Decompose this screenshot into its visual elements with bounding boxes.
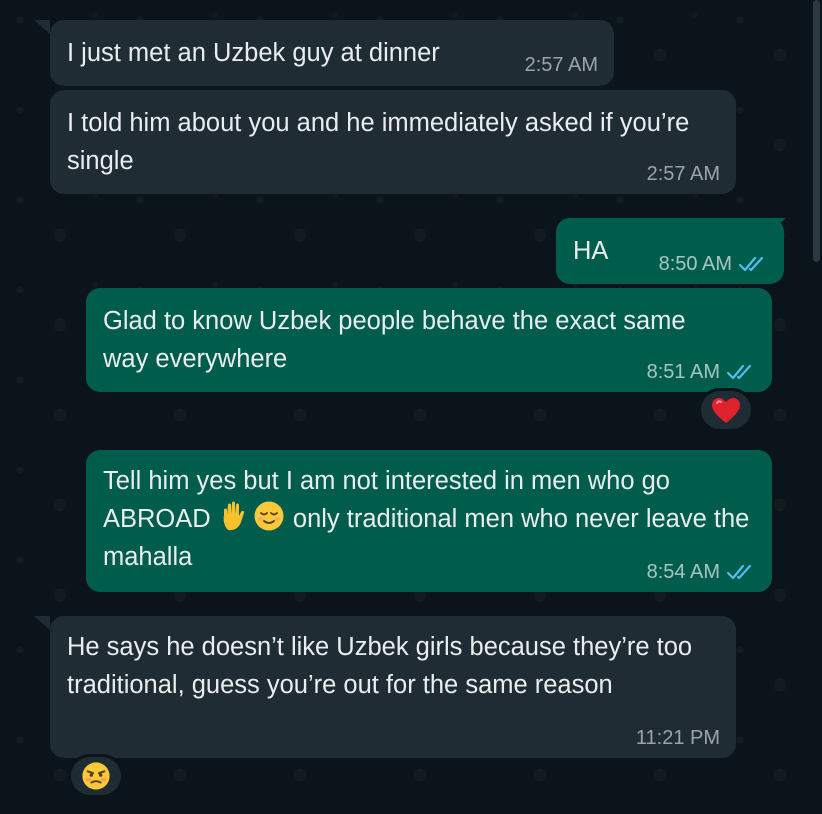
bubble-tail (34, 20, 50, 34)
heart-icon (712, 397, 740, 423)
bubble-tail (34, 616, 50, 630)
unamused-face-icon (82, 762, 110, 790)
relieved-face-icon (254, 501, 284, 531)
message-time: 8:54 AM (646, 561, 720, 583)
double-check-read-icon (738, 256, 764, 272)
message-meta: 2:57 AM (525, 54, 598, 76)
message-time: 8:51 AM (646, 361, 720, 383)
message-text: He says he doesn’t like Uzbek girls beca… (67, 633, 693, 699)
message-meta: 8:51 AM (647, 361, 756, 383)
message-time: 11:21 PM (635, 727, 720, 749)
scrollbar-thumb[interactable] (813, 0, 820, 262)
message-text: Glad to know Uzbek people behave the exa… (103, 307, 686, 373)
double-check-read-icon (726, 564, 752, 580)
message-incoming-6[interactable]: He says he doesn’t like Uzbek girls beca… (50, 616, 736, 758)
message-incoming-1[interactable]: I just met an Uzbek guy at dinner 2:57 A… (50, 20, 614, 86)
message-text: Tell him yes but I am not interested in … (103, 467, 749, 571)
raised-hand-icon (223, 501, 244, 531)
message-time: 8:50 AM (658, 253, 732, 275)
scrollbar[interactable] (810, 0, 822, 814)
double-check-read-icon (726, 364, 752, 380)
message-outgoing-4[interactable]: Glad to know Uzbek people behave the exa… (86, 288, 772, 392)
reaction-heart[interactable] (698, 388, 754, 432)
message-outgoing-5[interactable]: Tell him yes but I am not interested in … (86, 450, 772, 592)
chat-area: I just met an Uzbek guy at dinner 2:57 A… (0, 0, 810, 814)
reaction-unamused[interactable] (68, 754, 124, 798)
message-text: HA (573, 237, 609, 265)
message-meta: 8:50 AM (659, 253, 768, 275)
message-text: I just met an Uzbek guy at dinner (67, 39, 440, 67)
message-outgoing-3[interactable]: HA 8:50 AM (556, 218, 784, 284)
message-time: 2:57 AM (646, 163, 720, 185)
message-meta: 8:54 AM (647, 561, 756, 583)
message-meta: 2:57 AM (647, 163, 720, 185)
message-time: 2:57 AM (524, 54, 598, 76)
message-incoming-2[interactable]: I told him about you and he immediately … (50, 90, 736, 194)
message-text: I told him about you and he immediately … (67, 109, 690, 175)
message-meta: 11:21 PM (636, 727, 720, 749)
